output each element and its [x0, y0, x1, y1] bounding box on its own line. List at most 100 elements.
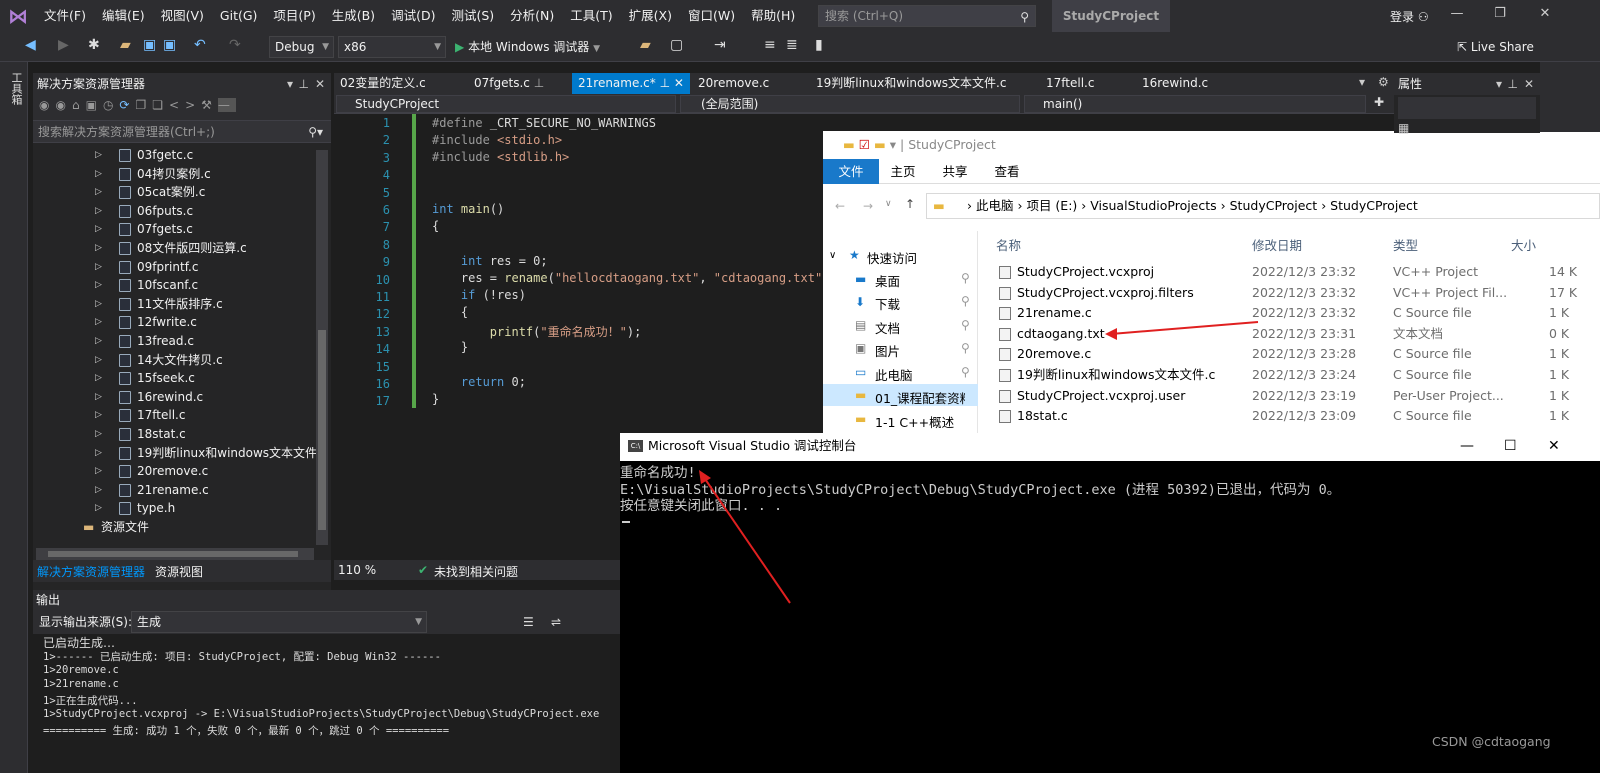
minimize-icon[interactable]: —	[1460, 433, 1474, 459]
menu-tools[interactable]: 工具(T)	[562, 0, 620, 32]
menu-build[interactable]: 生成(B)	[324, 0, 383, 32]
output-source-select[interactable]: 生成 ▼	[131, 611, 427, 633]
gear-icon[interactable]: ⚙	[1378, 75, 1389, 89]
nav-pictures[interactable]: 图片	[875, 341, 900, 360]
expand-icon[interactable]: ▷	[95, 462, 102, 481]
horizontal-scrollbar[interactable]	[36, 548, 314, 560]
column-header-type[interactable]: 类型	[1393, 235, 1418, 254]
expand-icon[interactable]: ▷	[95, 406, 102, 425]
tree-item[interactable]: ▷ 08文件版四则运算.c	[33, 239, 316, 258]
vs-icon[interactable]: ▣	[86, 98, 103, 112]
breadcrumb-item[interactable]: VisualStudioProjects	[1090, 198, 1216, 213]
code-icon[interactable]: <>	[169, 98, 201, 112]
restore-icon[interactable]: ❐	[1490, 6, 1510, 21]
back-icon[interactable]: ←	[835, 199, 845, 213]
undo-icon[interactable]: ↶	[194, 37, 206, 53]
uncomment-icon[interactable]: ≣	[786, 37, 798, 53]
file-row[interactable]: 19判断linux和windows文本文件.c 2022/12/3 23:24 C …	[999, 365, 1599, 385]
tree-item[interactable]: ▷ 07fgets.c	[33, 220, 316, 239]
maximize-icon[interactable]: ☐	[1504, 433, 1517, 459]
column-header-name[interactable]: 名称	[996, 235, 1021, 254]
ribbon-tab-view[interactable]: 查看	[979, 159, 1035, 184]
word-wrap-icon[interactable]: ⇌	[551, 610, 561, 634]
close-icon[interactable]: ✕	[315, 73, 325, 95]
tab-file[interactable]: 17ftell.c	[1040, 73, 1136, 94]
tree-item[interactable]: ▷ 20remove.c	[33, 462, 316, 481]
split-icon[interactable]: ✚	[1374, 95, 1384, 109]
tree-item[interactable]: ▷ 16rewind.c	[33, 388, 316, 407]
history-icon[interactable]: ◷	[103, 98, 119, 112]
categorized-icon[interactable]: ▦	[1398, 121, 1409, 135]
expand-icon[interactable]: ▷	[95, 369, 102, 388]
wrench-icon[interactable]: ⚒	[201, 98, 218, 112]
expand-icon[interactable]: ▷	[95, 295, 102, 314]
tab-resource-view[interactable]: 资源视图	[155, 563, 203, 580]
dropdown-icon[interactable]: ▾	[1496, 73, 1502, 95]
pin-icon[interactable]: ⚲	[961, 294, 970, 308]
nav-folder[interactable]: 01_课程配套资料	[875, 388, 965, 407]
save-icon[interactable]: ▣	[143, 37, 156, 53]
expand-icon[interactable]: ▷	[95, 202, 102, 221]
pin-icon[interactable]: ⊥	[660, 76, 670, 90]
expand-icon[interactable]: ▷	[95, 444, 102, 463]
expand-icon[interactable]: ▷	[95, 165, 102, 184]
nav-folder[interactable]: 1-1 C++概述	[875, 412, 954, 431]
search-input[interactable]: 搜索 (Ctrl+Q) ⚲	[818, 5, 1036, 27]
forward-icon[interactable]: ▶	[58, 37, 69, 53]
nav-desktop[interactable]: 桌面	[875, 271, 900, 290]
toolbox-strip[interactable]: 工具箱	[0, 62, 28, 773]
tree-item[interactable]: ▷ 17ftell.c	[33, 406, 316, 425]
breadcrumb-item[interactable]: StudyCProject	[1330, 198, 1418, 213]
expand-icon[interactable]: ▷	[95, 220, 102, 239]
menu-help[interactable]: 帮助(H)	[743, 0, 803, 32]
menu-debug[interactable]: 调试(D)	[383, 0, 443, 32]
file-row[interactable]: 20remove.c 2022/12/3 23:28 C Source file 1 …	[999, 344, 1599, 364]
tree-item[interactable]: ▷ 13fread.c	[33, 332, 316, 351]
nav-quick-access[interactable]: 快速访问	[867, 248, 917, 267]
tab-solution-explorer[interactable]: 解决方案资源管理器	[37, 563, 145, 580]
up-icon[interactable]: ↑	[905, 197, 915, 211]
minus-icon[interactable]: —	[217, 98, 236, 112]
tab-file[interactable]: 19判断linux和windows文本文件.c	[810, 73, 1040, 94]
pin-icon[interactable]: ⚲	[961, 341, 970, 355]
close-icon[interactable]: ✕	[1535, 6, 1555, 21]
file-row[interactable]: 18stat.c 2022/12/3 23:09 C Source file 1 K	[999, 406, 1599, 426]
expand-icon[interactable]: ▷	[95, 313, 102, 332]
dropdown-icon[interactable]: ▾	[287, 73, 293, 95]
column-header-size[interactable]: 大小	[1511, 235, 1536, 254]
forward-icon[interactable]: ◉	[55, 98, 71, 112]
clear-all-icon[interactable]: ☰	[523, 610, 534, 634]
tree-item[interactable]: ▷ 12fwrite.c	[33, 313, 316, 332]
sync-icon[interactable]: ⟳	[119, 98, 135, 112]
expand-icon[interactable]: ▷	[95, 183, 102, 202]
expand-icon[interactable]: ▷	[95, 499, 102, 518]
nav-downloads[interactable]: 下载	[875, 294, 900, 313]
menu-git[interactable]: Git(G)	[212, 0, 266, 32]
expand-icon[interactable]: ▷	[95, 351, 102, 370]
expand-icon[interactable]: ▷	[95, 388, 102, 407]
expand-icon[interactable]: ▷	[95, 332, 102, 351]
back-icon[interactable]: ◉	[39, 98, 55, 112]
tree-item[interactable]: ▷ 06fputs.c	[33, 202, 316, 221]
copy-icon[interactable]: ❏	[152, 98, 169, 112]
tree-item[interactable]: ▷ 10fscanf.c	[33, 276, 316, 295]
comment-icon[interactable]: ≡	[764, 37, 776, 53]
tab-file[interactable]: 20remove.c	[692, 73, 807, 94]
close-icon[interactable]: ✕	[674, 76, 684, 90]
pin-icon[interactable]: ⚲	[961, 271, 970, 285]
ribbon-tab-home[interactable]: 主页	[875, 159, 931, 184]
menu-view[interactable]: 视图(V)	[153, 0, 212, 32]
tab-file[interactable]: 16rewind.c	[1136, 73, 1236, 94]
close-icon[interactable]: ✕	[1524, 73, 1534, 95]
tree-item[interactable]: ▷ 19判断linux和windows文本文件.	[33, 444, 316, 463]
login-button[interactable]: 登录 ⚇	[1390, 8, 1429, 25]
expand-icon[interactable]: ▷	[95, 258, 102, 277]
open-icon[interactable]: ▰	[120, 37, 131, 53]
menu-extensions[interactable]: 扩展(X)	[621, 0, 680, 32]
nav-documents[interactable]: 文档	[875, 318, 900, 337]
redo-icon[interactable]: ↷	[229, 37, 241, 53]
save-all-icon[interactable]: ▣	[163, 37, 176, 53]
chevron-down-icon[interactable]: ∨	[885, 199, 892, 209]
menu-window[interactable]: 窗口(W)	[680, 0, 743, 32]
bookmark-icon[interactable]: ▮	[815, 37, 823, 53]
